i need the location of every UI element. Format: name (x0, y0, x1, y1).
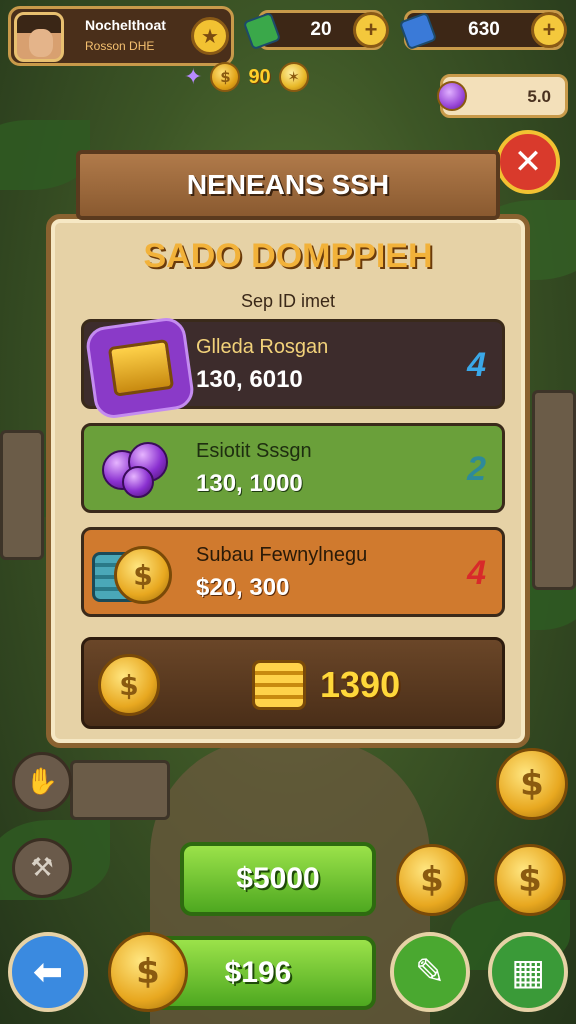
close-button[interactable]: ✕ (496, 130, 560, 194)
add-blue-gems-button[interactable]: + (531, 12, 567, 48)
hand-icon[interactable]: ✋ (12, 752, 72, 812)
blue-gem-value: 630 (468, 19, 500, 40)
add-green-gems-button[interactable]: + (353, 12, 389, 48)
price-button-large[interactable]: $5000 (180, 842, 376, 916)
ticket-value: 5.0 (527, 87, 551, 106)
blue-gem-icon (398, 11, 438, 51)
note-icon: ▦ (510, 951, 545, 993)
reward-badge: 4 (467, 346, 486, 384)
orb-icon (98, 436, 168, 502)
back-arrow-icon: ⬅ (32, 951, 64, 993)
gold-stack-icon (252, 660, 306, 710)
blue-gem-counter: 630 + (398, 10, 567, 51)
reward-row-orbs[interactable]: Esiotit Sssgn 130, 1000 2 (81, 423, 505, 513)
tool-icon[interactable]: ⚒ (12, 838, 72, 898)
sparkle-icon: ✦ (184, 64, 203, 90)
panel-title-bar: NENEANS SSH (76, 150, 500, 220)
coin-stack-icon: $ (92, 540, 172, 606)
reward-badge: 2 (467, 450, 486, 488)
player-profile[interactable]: Nochelthoat Rosson DHE ★ (8, 6, 234, 66)
pencil-icon: ✎ (414, 951, 446, 993)
reward-amount: $20, 300 (196, 574, 290, 601)
total-value: 1390 (320, 664, 401, 705)
player-subtitle: Rosson DHE (85, 39, 155, 53)
chest-icon (84, 315, 196, 421)
reward-panel: SADO DOMPPIEH Sep ID imet Glleda Rosgan … (46, 214, 530, 748)
reward-name: Esiotit Sssgn (196, 440, 312, 462)
reward-amount: 130, 6010 (196, 366, 303, 393)
ticket-counter[interactable]: 5.0 (437, 74, 568, 118)
close-icon: ✕ (513, 142, 543, 182)
note-button[interactable]: ▦ (488, 932, 568, 1012)
mini-coin-value: 90 (248, 65, 271, 88)
mini-resource-row: ✦ $ 90 ✶ (184, 62, 309, 92)
reward-amount: 130, 1000 (196, 470, 303, 497)
reward-row-coins[interactable]: $ Subau Fewnylnegu $20, 300 4 (81, 527, 505, 617)
panel-heading: SADO DOMPPIEH (143, 237, 433, 275)
reward-name: Glleda Rosgan (196, 336, 329, 358)
coin-icon[interactable]: $ (494, 844, 566, 916)
player-name: Nochelthoat (85, 17, 166, 33)
star-icon[interactable]: ★ (191, 17, 229, 55)
panel-title: NENEANS SSH (186, 169, 390, 200)
coin-icon: $ (108, 932, 188, 1012)
avatar (14, 12, 64, 62)
coin-icon: $ (210, 62, 241, 92)
green-gem-value: 20 (310, 19, 332, 40)
total-row: $ 1390 (81, 637, 505, 729)
green-gem-icon (242, 11, 282, 51)
coin-icon: $ (98, 654, 160, 716)
pencil-button[interactable]: ✎ (390, 932, 470, 1012)
reward-badge: 4 (467, 554, 486, 592)
coin-icon[interactable]: $ (496, 748, 568, 820)
green-gem-counter: 20 + (242, 10, 389, 51)
back-button[interactable]: ⬅ (8, 932, 88, 1012)
reward-name: Subau Fewnylnegu (196, 544, 368, 566)
ticket-icon (437, 81, 467, 111)
bonus-icon: ✶ (278, 62, 309, 92)
coin-icon[interactable]: $ (396, 844, 468, 916)
reward-row-chest[interactable]: Glleda Rosgan 130, 6010 4 (81, 315, 505, 421)
panel-subheading: Sep ID imet (240, 291, 336, 311)
